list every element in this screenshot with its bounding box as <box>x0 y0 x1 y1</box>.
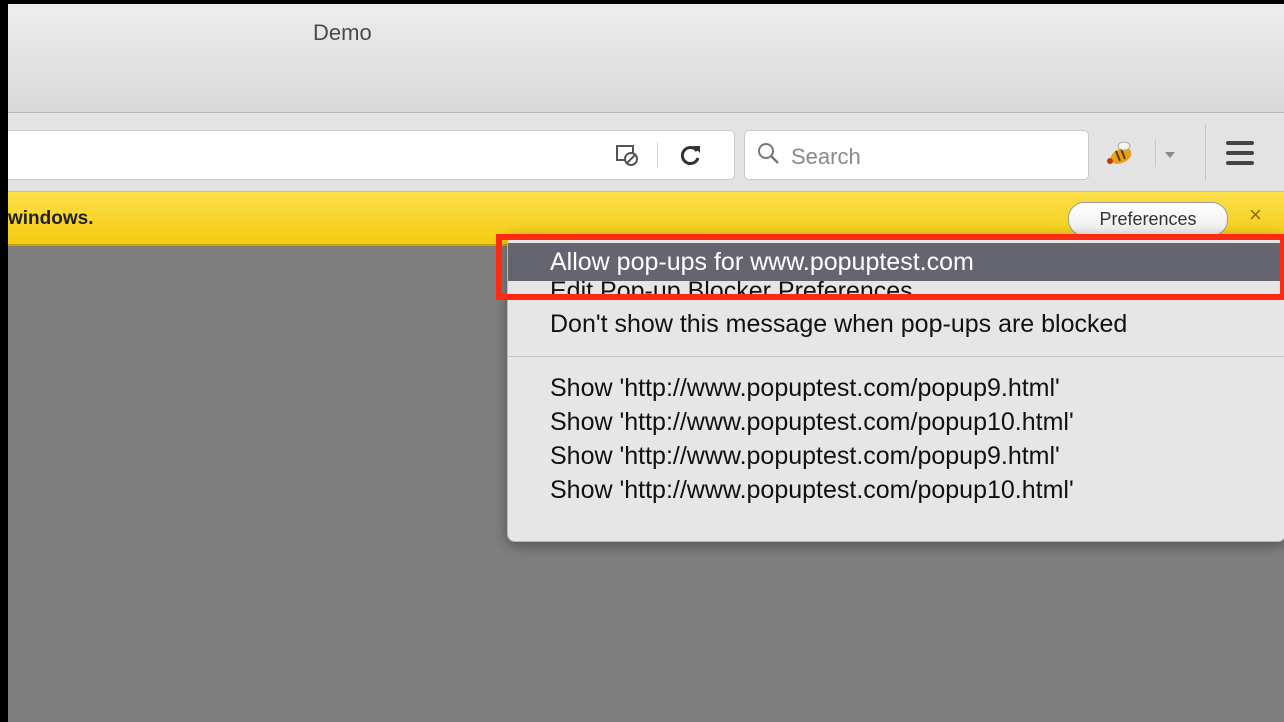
extension-separator <box>1155 139 1156 167</box>
menu-item-dont-show-message[interactable]: Don't show this message when pop-ups are… <box>508 305 1284 343</box>
menu-item-show-popup[interactable]: Show 'http://www.popuptest.com/popup9.ht… <box>508 369 1284 407</box>
search-icon <box>757 142 781 171</box>
search-box[interactable]: Search <box>744 130 1089 180</box>
navigation-toolbar: Search <box>8 113 1284 192</box>
title-bar: Demo <box>8 4 1284 113</box>
popup-blocked-icon[interactable] <box>612 140 642 170</box>
preferences-button[interactable]: Preferences <box>1068 202 1228 236</box>
chevron-down-icon[interactable] <box>1164 147 1176 165</box>
menu-item-show-popup[interactable]: Show 'http://www.popuptest.com/popup10.h… <box>508 403 1284 441</box>
urlbar-separator <box>657 142 658 168</box>
menu-item-allow-popups[interactable]: Allow pop-ups for www.popuptest.com <box>508 243 1284 281</box>
hamburger-menu-icon[interactable] <box>1226 141 1256 167</box>
menu-separator <box>508 356 1284 357</box>
menu-item-show-popup[interactable]: Show 'http://www.popuptest.com/popup9.ht… <box>508 437 1284 475</box>
popup-blocker-menu: Allow pop-ups for www.popuptest.com Edit… <box>507 234 1284 542</box>
close-icon[interactable]: × <box>1249 202 1262 228</box>
extension-bee-icon[interactable] <box>1102 137 1138 171</box>
toolbar-separator <box>1205 125 1206 181</box>
menu-item-edit-preferences[interactable]: Edit Pop-up Blocker Preferences… <box>508 281 1284 297</box>
menu-item-show-popup[interactable]: Show 'http://www.popuptest.com/popup10.h… <box>508 471 1284 509</box>
search-placeholder: Search <box>791 144 861 169</box>
browser-window: Demo Search windows. Preferences × Allow… <box>8 4 1284 722</box>
url-bar[interactable] <box>8 130 735 180</box>
reload-icon[interactable] <box>676 140 706 170</box>
notification-message: windows. <box>8 208 94 229</box>
window-title: Demo <box>313 20 372 45</box>
